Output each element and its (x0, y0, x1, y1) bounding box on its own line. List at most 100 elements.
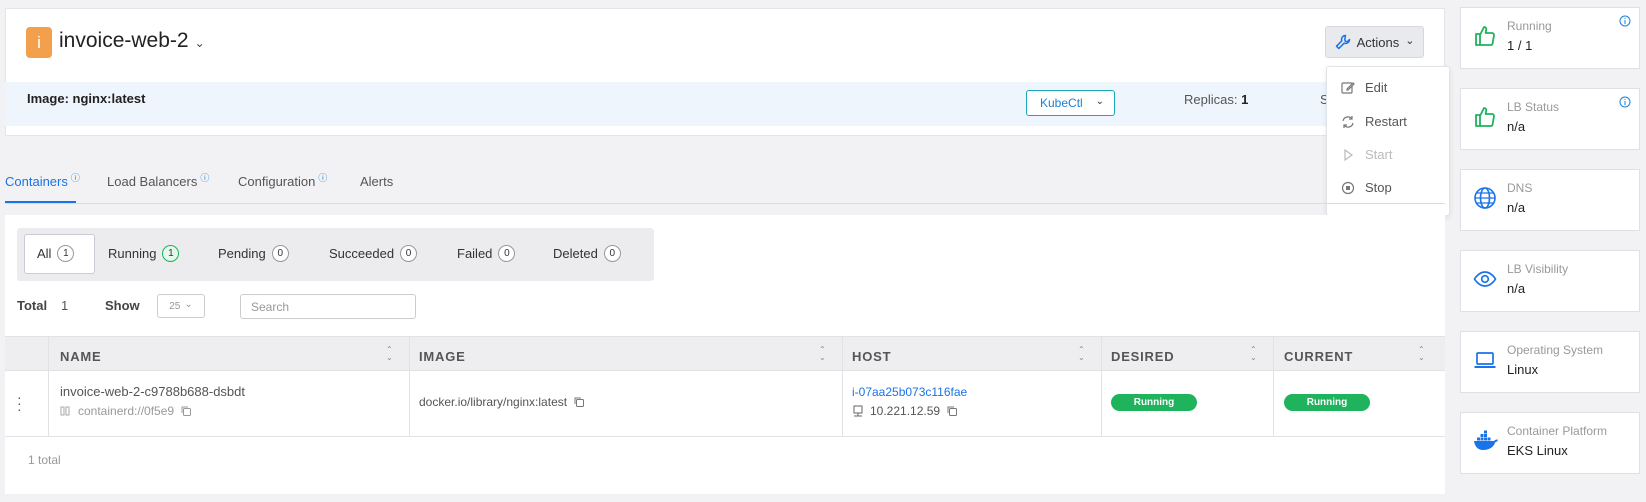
filter-label: Deleted (553, 246, 598, 261)
stat-label: Container Platform (1507, 424, 1608, 438)
kubectl-dropdown[interactable]: KubeCtl ⌄ (1026, 90, 1115, 116)
tab-label: Load Balancers (107, 174, 198, 189)
total-value: 1 (61, 298, 69, 313)
menu-item-restart[interactable]: Restart (1341, 114, 1407, 129)
menu-item-label: Start (1365, 147, 1393, 162)
menu-item-label: Restart (1365, 114, 1407, 129)
chevron-down-icon: ⌄ (1095, 96, 1104, 107)
thumbs-up-icon (1473, 24, 1497, 48)
copy-icon[interactable] (573, 396, 585, 408)
menu-item-start: Start (1341, 147, 1392, 162)
sort-icon[interactable]: ⌃ ⌄ (386, 346, 393, 362)
sort-icon[interactable]: ⌃ ⌄ (1250, 346, 1257, 362)
actions-button[interactable]: Actions ⌄ (1325, 26, 1424, 58)
stat-card-lb-status: LB Status n/a (1460, 88, 1640, 150)
filter-all[interactable]: All 1 (37, 245, 75, 262)
tab-load-balancers[interactable]: Load Balancers ⓘ (107, 173, 210, 189)
copy-icon[interactable] (180, 405, 192, 417)
filter-succeeded[interactable]: Succeeded 0 (329, 245, 418, 262)
filter-pending[interactable]: Pending 0 (218, 245, 289, 262)
info-icon[interactable] (1619, 96, 1631, 108)
filter-running[interactable]: Running 1 (108, 245, 180, 262)
pod-image: docker.io/library/nginx:latest (419, 395, 585, 409)
info-icon: ⓘ (200, 173, 210, 183)
column-header-image[interactable]: IMAGE (419, 349, 466, 364)
row-divider (5, 436, 1445, 437)
filter-label: Failed (457, 246, 493, 261)
host-link[interactable]: i-07aa25b073c116fae (852, 385, 967, 399)
page-size-value: 25 (169, 300, 181, 312)
stat-label: LB Visibility (1507, 262, 1569, 276)
column-divider (1273, 336, 1274, 436)
filter-label: Running (108, 246, 157, 261)
chevron-down-icon: ⌄ (194, 36, 205, 50)
sort-icon[interactable]: ⌃ ⌄ (819, 346, 826, 362)
page-size-select[interactable]: 25 ⌄ (157, 294, 205, 318)
sort-icon[interactable]: ⌃ ⌄ (1418, 346, 1425, 362)
container-icon (60, 405, 72, 417)
menu-item-stop[interactable]: Stop (1341, 180, 1392, 195)
replicas-value: 1 (1241, 92, 1249, 107)
filter-label: Pending (218, 246, 266, 261)
tab-configuration[interactable]: Configuration ⓘ (238, 173, 328, 189)
search-input[interactable] (240, 294, 416, 319)
tab-label: Alerts (360, 174, 394, 189)
column-header-name[interactable]: NAME (60, 349, 101, 364)
globe-icon (1473, 186, 1497, 210)
filter-count: 0 (400, 245, 418, 262)
stat-value: n/a (1507, 200, 1526, 215)
column-divider (409, 336, 410, 436)
laptop-icon (1473, 348, 1497, 372)
tab-alerts[interactable]: Alerts (360, 174, 393, 189)
wrench-icon (1335, 34, 1351, 50)
play-icon (1341, 148, 1355, 162)
chevron-down-icon: ⌄ (1405, 35, 1415, 47)
menu-item-label: Edit (1365, 80, 1388, 95)
menu-item-edit[interactable]: Edit (1341, 80, 1387, 95)
column-divider (1101, 336, 1102, 436)
copy-icon[interactable] (946, 405, 958, 417)
info-icon: ⓘ (318, 173, 328, 183)
filter-count: 0 (603, 245, 621, 262)
replicas-info: Replicas: 1 (1184, 92, 1248, 107)
filter-label: Succeeded (329, 246, 395, 261)
tab-label: Configuration (238, 174, 316, 189)
sort-icon[interactable]: ⌃ ⌄ (1078, 346, 1085, 362)
stat-card-dns: DNS n/a (1460, 169, 1640, 231)
info-icon[interactable] (1619, 15, 1631, 27)
container-id: containerd://0f5e9 (78, 404, 175, 418)
host-ip-value: 10.221.12.59 (870, 404, 941, 418)
current-status-badge: Running (1284, 394, 1370, 411)
stop-icon (1341, 181, 1355, 195)
desired-status-badge: Running (1111, 394, 1197, 411)
service-selector[interactable]: invoice-web-2 ⌄ (59, 29, 205, 53)
filter-failed[interactable]: Failed 0 (457, 245, 516, 262)
tabs-divider (5, 203, 1445, 204)
edit-icon (1341, 81, 1355, 95)
replicas-label: Replicas: (1184, 92, 1238, 107)
column-header-host[interactable]: HOST (852, 349, 891, 364)
filter-count: 1 (162, 245, 180, 262)
filter-count: 0 (498, 245, 516, 262)
tab-containers[interactable]: Containers ⓘ (5, 173, 80, 189)
filter-deleted[interactable]: Deleted 0 (553, 245, 621, 262)
show-label: Show (105, 298, 140, 313)
image-label: Image: nginx:latest (27, 91, 146, 106)
thumbs-up-icon (1473, 105, 1497, 129)
tab-label: Containers (5, 174, 68, 189)
row-menu-icon[interactable]: · · · (17, 390, 22, 416)
stat-value: n/a (1507, 281, 1526, 296)
stat-card-operating-system: Operating System Linux (1460, 331, 1640, 393)
pod-name[interactable]: invoice-web-2-c9788b688-dsbdt (60, 384, 245, 399)
column-header-desired[interactable]: DESIRED (1111, 349, 1174, 364)
filter-count: 0 (271, 245, 289, 262)
host-ip: 10.221.12.59 (852, 404, 958, 418)
stat-value: n/a (1507, 119, 1526, 134)
column-header-current[interactable]: CURRENT (1284, 349, 1353, 364)
server-icon (852, 405, 864, 417)
stat-value: Linux (1507, 362, 1539, 377)
stat-label: Running (1507, 19, 1552, 33)
actions-menu: Edit Restart Start Stop (1326, 66, 1450, 216)
total-label: Total (17, 298, 48, 313)
table-header (5, 336, 1445, 371)
